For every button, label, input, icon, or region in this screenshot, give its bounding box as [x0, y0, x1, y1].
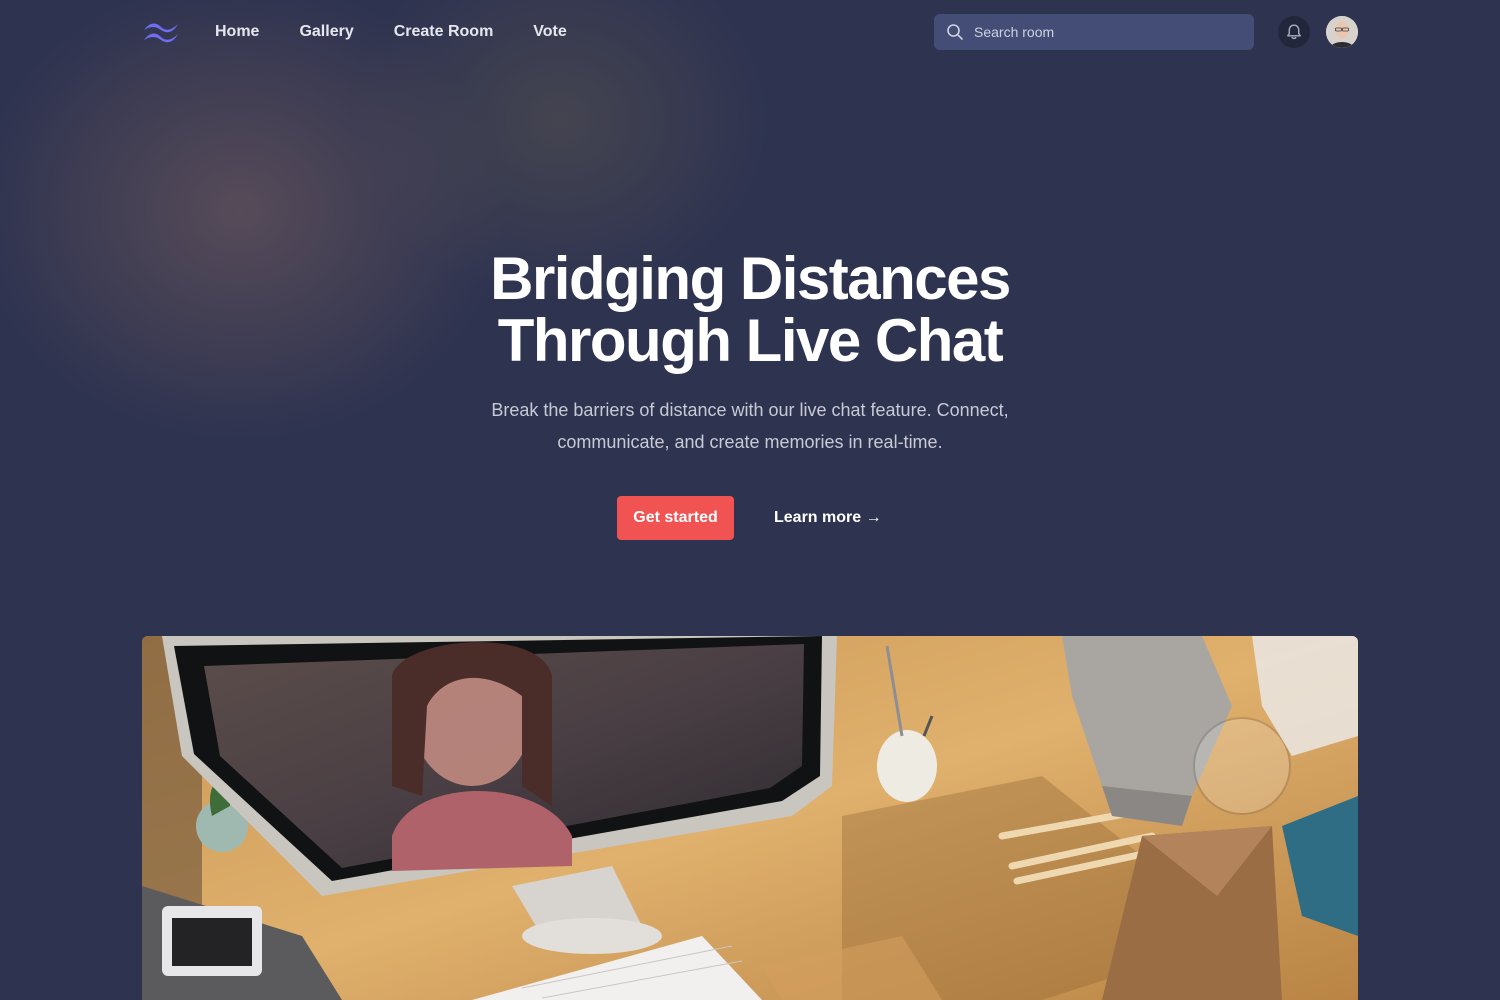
nav-home[interactable]: Home	[215, 22, 259, 42]
logo-waves-icon[interactable]	[142, 20, 180, 44]
notifications-button[interactable]	[1278, 16, 1310, 48]
hero-title: Bridging Distances Through Live Chat	[0, 248, 1500, 372]
hero-image	[142, 636, 1358, 1000]
user-avatar[interactable]	[1326, 16, 1358, 48]
avatar-image	[1326, 16, 1358, 48]
search-icon	[947, 24, 963, 40]
primary-nav: Home Gallery Create Room Vote	[215, 22, 607, 42]
get-started-button[interactable]: Get started	[617, 496, 734, 540]
nav-create-room[interactable]: Create Room	[394, 22, 494, 42]
top-navbar: Home Gallery Create Room Vote	[0, 0, 1500, 64]
nav-vote[interactable]: Vote	[533, 22, 566, 42]
hero-title-line-2: Through Live Chat	[497, 307, 1004, 374]
search-box[interactable]	[934, 14, 1254, 50]
nav-gallery[interactable]: Gallery	[299, 22, 353, 42]
hero-title-line-1: Bridging Distances	[490, 245, 1011, 312]
desk-video-call-illustration	[142, 636, 1358, 1000]
search-input[interactable]	[974, 24, 1234, 40]
learn-more-link[interactable]: Learn more →	[774, 508, 882, 528]
hero-subtitle: Break the barriers of distance with our …	[491, 400, 1009, 452]
bell-icon	[1287, 24, 1301, 40]
